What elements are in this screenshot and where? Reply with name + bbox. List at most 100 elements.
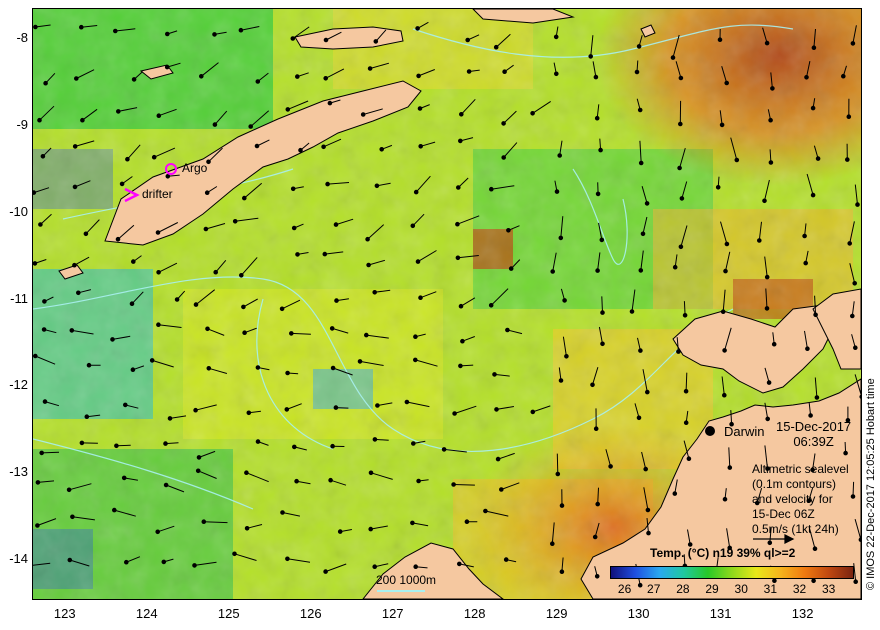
velocity-arrow-head <box>678 244 684 250</box>
velocity-arrow-head <box>815 156 821 161</box>
velocity-arrow-head <box>593 426 599 432</box>
velocity-arrow-head <box>129 301 135 307</box>
velocity-arrow-head <box>458 138 463 144</box>
velocity-arrow-head <box>156 270 161 275</box>
velocity-arrow-head <box>678 121 683 127</box>
velocity-arrow-head <box>643 466 649 472</box>
velocity-arrow-head <box>204 190 210 195</box>
velocity-arrow-head <box>814 395 820 400</box>
velocity-arrow <box>601 296 603 313</box>
velocity-arrow-head <box>595 501 601 507</box>
velocity-arrow-head <box>124 559 129 565</box>
velocity-arrow-head <box>131 259 136 264</box>
colorbar-tick-label: 29 <box>705 582 719 596</box>
legend-line-2: (0.1m contours) <box>752 477 837 491</box>
legend-line-5: 0.5m/s (1kt 24h) <box>752 522 839 536</box>
lon-tick-label: 125 <box>217 606 240 621</box>
velocity-arrow-head <box>766 380 772 385</box>
velocity-arrow-head <box>239 273 244 278</box>
velocity-arrow-head <box>116 109 121 114</box>
velocity-arrow-head <box>330 365 336 371</box>
velocity-arrow-head <box>290 186 296 192</box>
velocity-arrow-head <box>717 37 723 43</box>
velocity-arrow-head <box>333 405 339 410</box>
velocity-arrow-head <box>367 66 373 71</box>
velocity-arrow-head <box>366 262 371 268</box>
velocity-arrow-head <box>592 534 598 540</box>
lon-tick-label: 127 <box>381 606 404 621</box>
velocity-arrow-head <box>413 334 418 340</box>
velocity-arrow-head <box>66 487 72 493</box>
velocity-arrow-head <box>213 269 218 275</box>
velocity-arrow-head <box>244 470 249 476</box>
velocity-arrow-head <box>70 514 75 520</box>
velocity-arrow-head <box>328 477 333 483</box>
date-label: 15-Dec-2017 06:39Z <box>776 419 851 449</box>
velocity-arrow-head <box>594 574 600 579</box>
velocity-arrow-head <box>374 183 380 189</box>
velocity-arrow-head <box>488 303 494 308</box>
velocity-arrow-head <box>35 523 40 528</box>
velocity-arrow-head <box>84 414 90 420</box>
velocity-arrow-head <box>811 45 817 51</box>
velocity-arrow-head <box>248 124 253 129</box>
velocity-arrow-head <box>357 359 363 364</box>
velocity-arrow-head <box>757 238 762 243</box>
velocity-arrow-head <box>460 338 465 344</box>
copyright-text: © IMOS 22-Dec-2017 12:05:25 Hobart time <box>865 378 877 590</box>
velocity-arrow-head <box>636 415 642 421</box>
colorbar-tick-label: 30 <box>734 582 748 596</box>
velocity-arrow-head <box>595 191 601 197</box>
velocity-arrow-head <box>285 370 290 376</box>
velocity-arrow-head <box>192 563 197 568</box>
velocity-arrow-head <box>494 407 499 412</box>
velocity-arrow-head <box>156 113 162 118</box>
velocity-arrow-head <box>416 478 421 484</box>
velocity-arrow-head <box>495 456 501 462</box>
velocity-arrow-head <box>372 290 378 295</box>
velocity-arrow-head <box>767 540 773 546</box>
velocity-arrow-head <box>638 160 644 166</box>
legend-line-4: 15-Dec 06Z <box>752 507 815 521</box>
velocity-arrow-head <box>33 261 38 266</box>
velocity-arrow-head <box>72 144 78 149</box>
velocity-arrow-head <box>130 367 136 373</box>
velocity-arrow-head <box>33 353 38 359</box>
velocity-arrow-head <box>595 268 600 273</box>
velocity-arrow-head <box>284 407 290 412</box>
velocity-arrow-head <box>206 366 212 371</box>
velocity-arrow-head <box>415 26 420 31</box>
velocity-arrow-head <box>723 268 728 274</box>
velocity-arrow-head <box>590 382 595 388</box>
velocity-arrow-head <box>501 121 506 126</box>
velocity-arrow-head <box>298 147 303 153</box>
velocity-arrow-head <box>167 416 173 421</box>
velocity-arrow-head <box>686 456 692 462</box>
velocity-arrow-head <box>452 411 457 416</box>
velocity-arrow-head <box>195 468 201 474</box>
velocity-arrow-head <box>155 230 161 235</box>
velocity-arrow-head <box>646 530 651 536</box>
velocity-arrow-head <box>455 255 461 261</box>
lon-tick-label: 126 <box>299 606 322 621</box>
velocity-arrow-head <box>379 147 385 152</box>
velocity-arrow-head <box>290 36 296 41</box>
velocity-arrow-head <box>562 298 567 303</box>
velocity-arrow-head <box>464 519 470 525</box>
velocity-arrow-head <box>724 80 730 86</box>
velocity-arrow-head <box>193 302 199 307</box>
lon-tick-label: 129 <box>545 606 568 621</box>
velocity-arrow-head <box>554 71 559 77</box>
velocity-arrow-head <box>115 236 121 242</box>
velocity-arrow-head <box>506 228 511 233</box>
velocity-arrow-head <box>161 559 167 565</box>
velocity-arrow-head <box>640 231 646 237</box>
legend-line-3: and velocity for <box>752 492 833 506</box>
argo-label: Argo <box>182 161 208 175</box>
velocity-arrow-head <box>559 503 565 508</box>
velocity-arrow-head <box>165 174 171 179</box>
lon-tick-label: 131 <box>709 606 732 621</box>
velocity-arrow-head <box>850 313 855 319</box>
velocity-arrow-head <box>853 345 858 351</box>
velocity-legend: Altimetric sealevel (0.1m contours) and … <box>752 462 849 537</box>
